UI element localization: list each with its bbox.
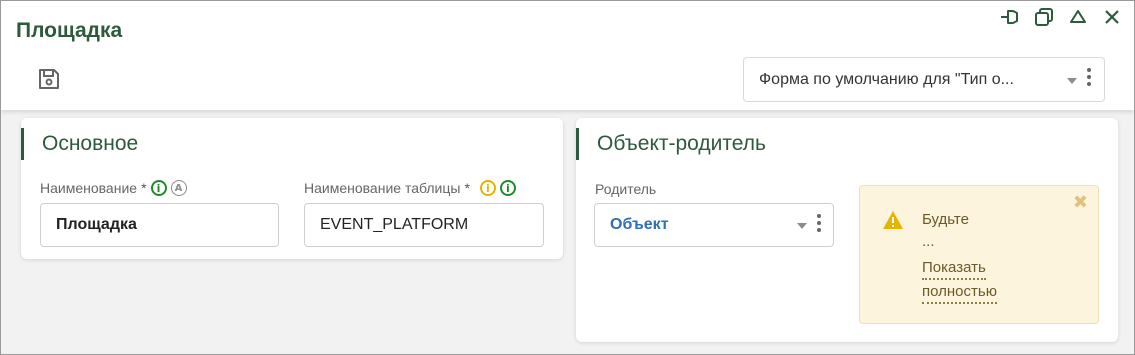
info-icon[interactable]: i <box>499 180 516 196</box>
info-icon[interactable]: i <box>150 180 167 196</box>
required-mark: * <box>141 180 147 196</box>
save-button[interactable] <box>35 65 63 93</box>
parent-field-label: Родитель <box>595 181 657 197</box>
name-input[interactable]: Площадка <box>40 203 279 247</box>
chevron-down-icon[interactable] <box>797 223 807 229</box>
name-field-label-row: Наименование * i A <box>40 180 187 196</box>
warning-info-icon[interactable]: i <box>479 180 496 196</box>
table-field-label: Наименование таблицы <box>304 180 461 196</box>
main-section-title: Основное <box>21 128 138 160</box>
name-field-label: Наименование <box>40 180 138 196</box>
more-vertical-icon[interactable] <box>1087 68 1091 86</box>
form-select-value: Форма по умолчанию для "Тип о... <box>759 70 1014 88</box>
chevron-down-icon[interactable] <box>1067 78 1077 84</box>
pin-icon[interactable] <box>998 6 1022 28</box>
parent-select[interactable]: Объект <box>594 203 834 247</box>
auto-icon[interactable]: A <box>170 180 187 196</box>
restore-icon[interactable] <box>1032 6 1056 28</box>
header: Площадка Форма по умолчанию для "Тип о..… <box>1 1 1134 110</box>
table-name-input[interactable]: EVENT_PLATFORM <box>304 203 544 247</box>
show-full-link-line1[interactable]: Показать <box>922 258 986 280</box>
required-mark: * <box>464 180 470 196</box>
close-icon[interactable]: ✖ <box>1073 192 1088 213</box>
warning-text-line1: Будьте <box>922 211 969 228</box>
table-field-label-row: Наименование таблицы * i i <box>304 180 516 196</box>
page-title: Площадка <box>16 19 123 42</box>
warning-text-line2: ... <box>922 233 935 250</box>
warning-triangle-icon <box>883 211 903 229</box>
save-icon <box>39 69 59 89</box>
show-full-link-line2[interactable]: полностью <box>922 282 997 304</box>
window-controls <box>998 6 1124 28</box>
warning-notice: Будьте ... Показать полностью ✖ <box>859 185 1099 324</box>
collapse-icon[interactable] <box>1066 6 1090 28</box>
form-select[interactable]: Форма по умолчанию для "Тип о... <box>743 57 1105 102</box>
main-section-card: Основное Наименование * i A Площадка Наи… <box>21 118 563 259</box>
parent-select-value[interactable]: Объект <box>610 216 669 234</box>
more-vertical-icon[interactable] <box>817 214 821 232</box>
window: Площадка Форма по умолчанию для "Тип о..… <box>0 0 1135 355</box>
warning-text: Будьте ... <box>922 209 969 253</box>
parent-section-title: Объект-родитель <box>576 128 766 160</box>
close-icon[interactable] <box>1100 6 1124 28</box>
